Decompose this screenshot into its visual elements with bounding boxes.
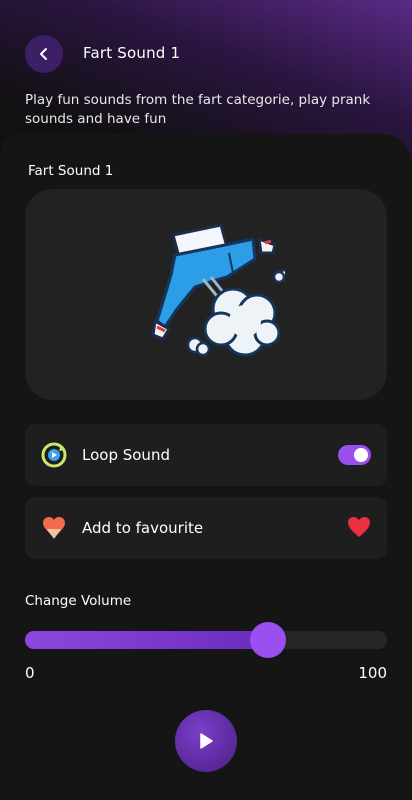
loop-icon <box>41 442 67 468</box>
back-button[interactable] <box>25 35 63 73</box>
chevron-left-icon <box>40 48 47 60</box>
cartoon-fart-illustration <box>151 223 285 357</box>
loop-sound-row[interactable]: Loop Sound <box>25 424 387 486</box>
heart-icon[interactable] <box>347 516 371 538</box>
volume-slider-fill <box>25 631 268 649</box>
volume-min-label: 0 <box>25 664 35 682</box>
loop-toggle[interactable] <box>338 445 371 465</box>
favourite-icon <box>41 515 67 541</box>
favourite-label: Add to favourite <box>82 519 204 537</box>
toggle-knob <box>354 448 368 462</box>
volume-max-label: 100 <box>358 664 387 682</box>
volume-slider[interactable] <box>25 622 387 658</box>
sound-image-card <box>25 189 387 400</box>
volume-slider-thumb[interactable] <box>249 622 286 658</box>
page-title: Fart Sound 1 <box>83 44 181 62</box>
page-description: Play fun sounds from the fart categorie,… <box>25 92 371 127</box>
play-button[interactable] <box>175 710 237 772</box>
volume-label: Change Volume <box>25 593 132 609</box>
sound-title: Fart Sound 1 <box>28 163 114 179</box>
favourite-row[interactable]: Add to favourite <box>25 497 387 559</box>
loop-sound-label: Loop Sound <box>82 446 170 464</box>
play-icon <box>200 733 213 749</box>
